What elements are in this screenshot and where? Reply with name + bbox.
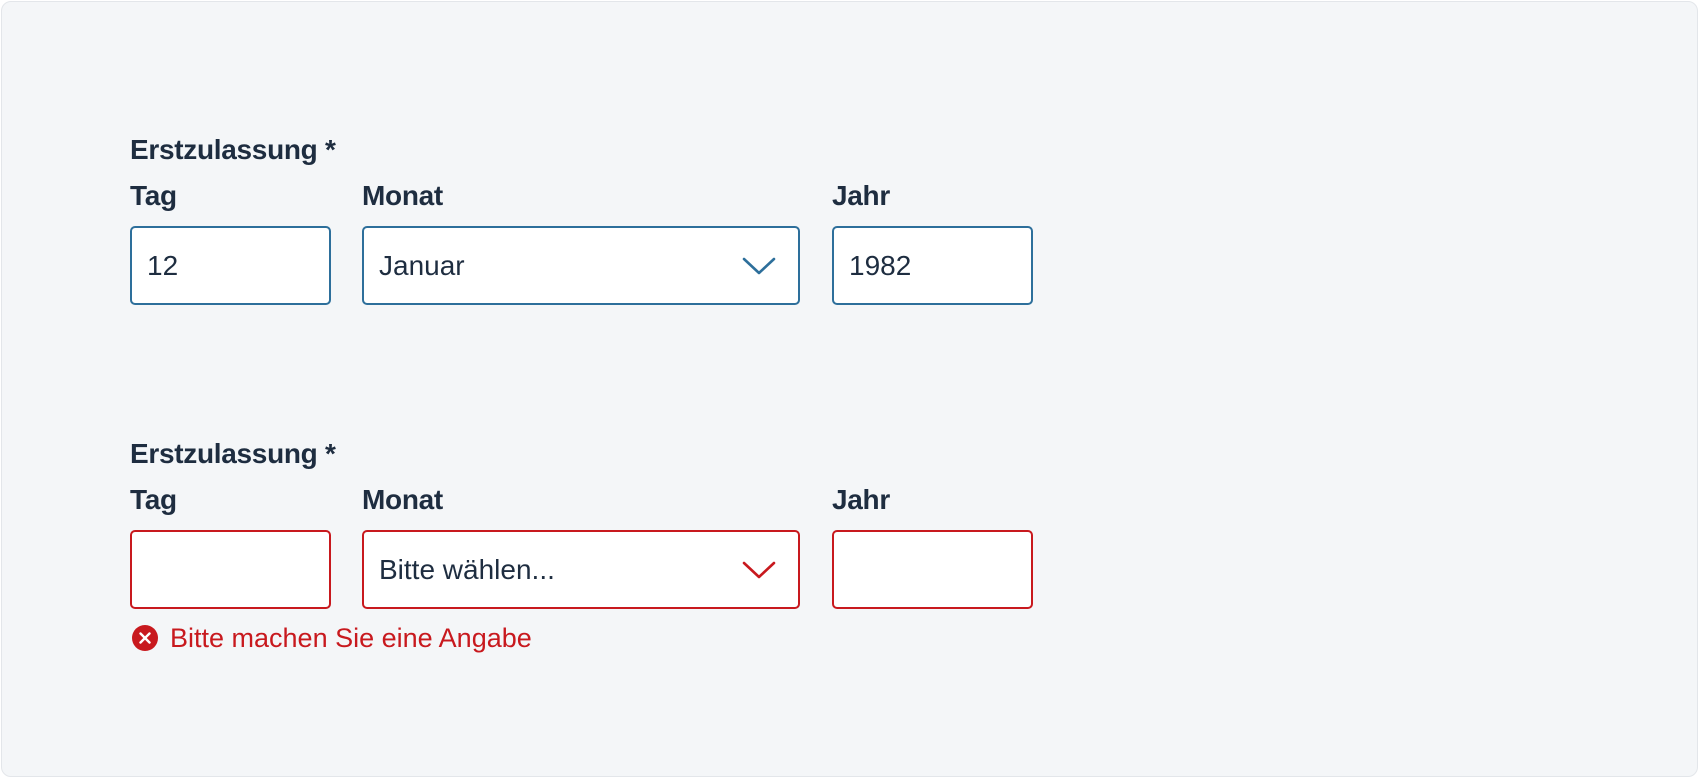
first-registration-group-valid: Erstzulassung * Tag 12 Monat Januar Jahr…	[130, 134, 1033, 305]
month-field: Monat Bitte wählen...	[362, 484, 800, 609]
year-label: Jahr	[832, 180, 890, 211]
month-select[interactable]: Januar	[362, 226, 800, 305]
date-fields-row: Tag 12 Monat Januar Jahr 1982	[130, 180, 1033, 305]
month-select[interactable]: Bitte wählen...	[362, 530, 800, 609]
month-label: Monat	[362, 484, 443, 515]
fieldset-legend: Erstzulassung *	[130, 134, 336, 165]
chevron-down-icon	[742, 257, 776, 275]
month-field: Monat Januar	[362, 180, 800, 305]
day-input[interactable]: 12	[130, 226, 331, 305]
year-field: Jahr	[832, 484, 1033, 609]
month-select-placeholder: Bitte wählen...	[379, 554, 555, 585]
year-input[interactable]: 1982	[832, 226, 1033, 305]
month-label: Monat	[362, 180, 443, 211]
error-message: Bitte machen Sie eine Angabe	[130, 622, 532, 654]
day-field: Tag 12	[130, 180, 331, 305]
error-circle-icon	[132, 625, 158, 651]
first-registration-group-error: Erstzulassung * Tag Monat Bitte wählen..…	[130, 438, 1033, 653]
day-label: Tag	[130, 180, 177, 211]
year-label: Jahr	[832, 484, 890, 515]
chevron-down-icon	[742, 561, 776, 579]
error-message-text: Bitte machen Sie eine Angabe	[170, 623, 532, 653]
day-label: Tag	[130, 484, 177, 515]
year-input[interactable]	[832, 530, 1033, 609]
day-field: Tag	[130, 484, 331, 609]
form-panel: Erstzulassung * Tag 12 Monat Januar Jahr…	[1, 1, 1698, 777]
date-fields-row: Tag Monat Bitte wählen... Jahr	[130, 484, 1033, 609]
year-field: Jahr 1982	[832, 180, 1033, 305]
month-select-value: Januar	[379, 250, 465, 281]
fieldset-legend: Erstzulassung *	[130, 438, 336, 469]
day-input[interactable]	[130, 530, 331, 609]
